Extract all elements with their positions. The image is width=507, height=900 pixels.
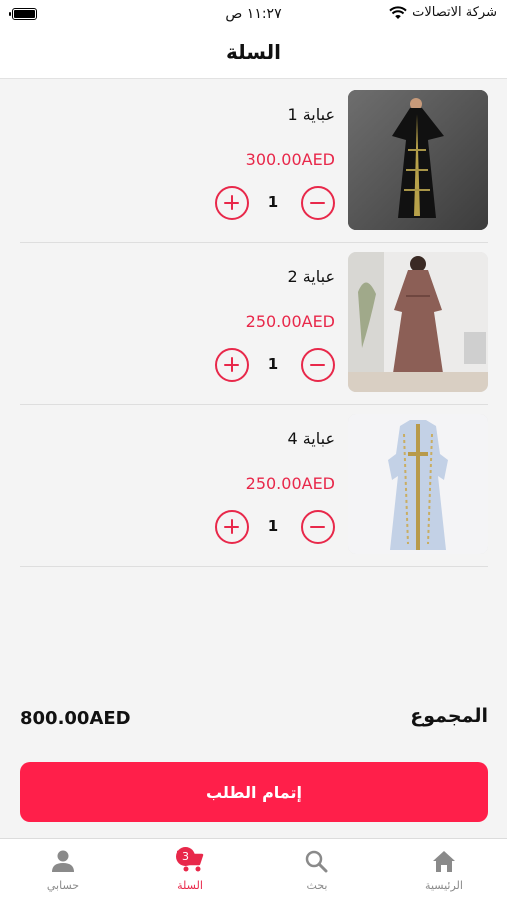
increase-quantity-button[interactable]: [215, 186, 249, 220]
product-image-light-blue-abaya[interactable]: [348, 414, 488, 554]
product-image-brown-abaya[interactable]: [348, 252, 488, 392]
quantity-value: 1: [267, 517, 279, 535]
decrease-quantity-button[interactable]: [301, 186, 335, 220]
product-price: 250.00AED: [245, 474, 335, 493]
product-price: 250.00AED: [245, 312, 335, 331]
total-label: المجموع: [410, 705, 488, 727]
product-name: عباية 1: [287, 105, 335, 124]
quantity-stepper: 1: [215, 510, 335, 544]
cart-item: عباية 2 250.00AED 1: [20, 242, 488, 405]
product-name: عباية 2: [287, 267, 335, 286]
product-image-black-abaya[interactable]: [348, 90, 488, 230]
tab-label: بحث: [306, 879, 328, 892]
status-bar: ١١:٢٧ ص شركة الاتصالات: [0, 0, 507, 30]
tab-home[interactable]: الرئيسية: [381, 839, 507, 900]
increase-quantity-button[interactable]: [215, 348, 249, 382]
checkout-button[interactable]: إتمام الطلب: [20, 762, 488, 822]
tab-bar: حسابي 3 السلة بحث الرئيسية: [0, 838, 507, 900]
tab-account[interactable]: حسابي: [0, 839, 126, 900]
increase-quantity-button[interactable]: [215, 510, 249, 544]
tab-label: السلة: [177, 879, 203, 892]
tab-search[interactable]: بحث: [254, 839, 380, 900]
tab-label: الرئيسية: [425, 879, 463, 892]
wifi-icon: [389, 5, 407, 20]
quantity-stepper: 1: [215, 348, 335, 382]
person-icon: [52, 850, 74, 872]
cart-total: المجموع 800.00AED: [20, 705, 488, 735]
tab-label: حسابي: [46, 879, 80, 892]
page-title: السلة: [225, 40, 281, 64]
cart-item: عباية 4 250.00AED 1: [20, 404, 488, 567]
product-price: 300.00AED: [245, 150, 335, 169]
nav-header: السلة: [0, 30, 507, 79]
carrier-info: شركة الاتصالات: [389, 5, 497, 20]
decrease-quantity-button[interactable]: [301, 510, 335, 544]
product-name: عباية 4: [287, 429, 335, 448]
cart-item: عباية 1 300.00AED 1: [20, 80, 488, 243]
decrease-quantity-button[interactable]: [301, 348, 335, 382]
home-icon: [433, 851, 455, 872]
quantity-stepper: 1: [215, 186, 335, 220]
cart-badge: 3: [176, 847, 195, 866]
quantity-value: 1: [267, 193, 279, 211]
tab-cart[interactable]: 3 السلة: [127, 839, 253, 900]
quantity-value: 1: [267, 355, 279, 373]
search-icon: [305, 850, 328, 873]
carrier-name: شركة الاتصالات: [412, 5, 497, 20]
total-value: 800.00AED: [20, 708, 131, 729]
